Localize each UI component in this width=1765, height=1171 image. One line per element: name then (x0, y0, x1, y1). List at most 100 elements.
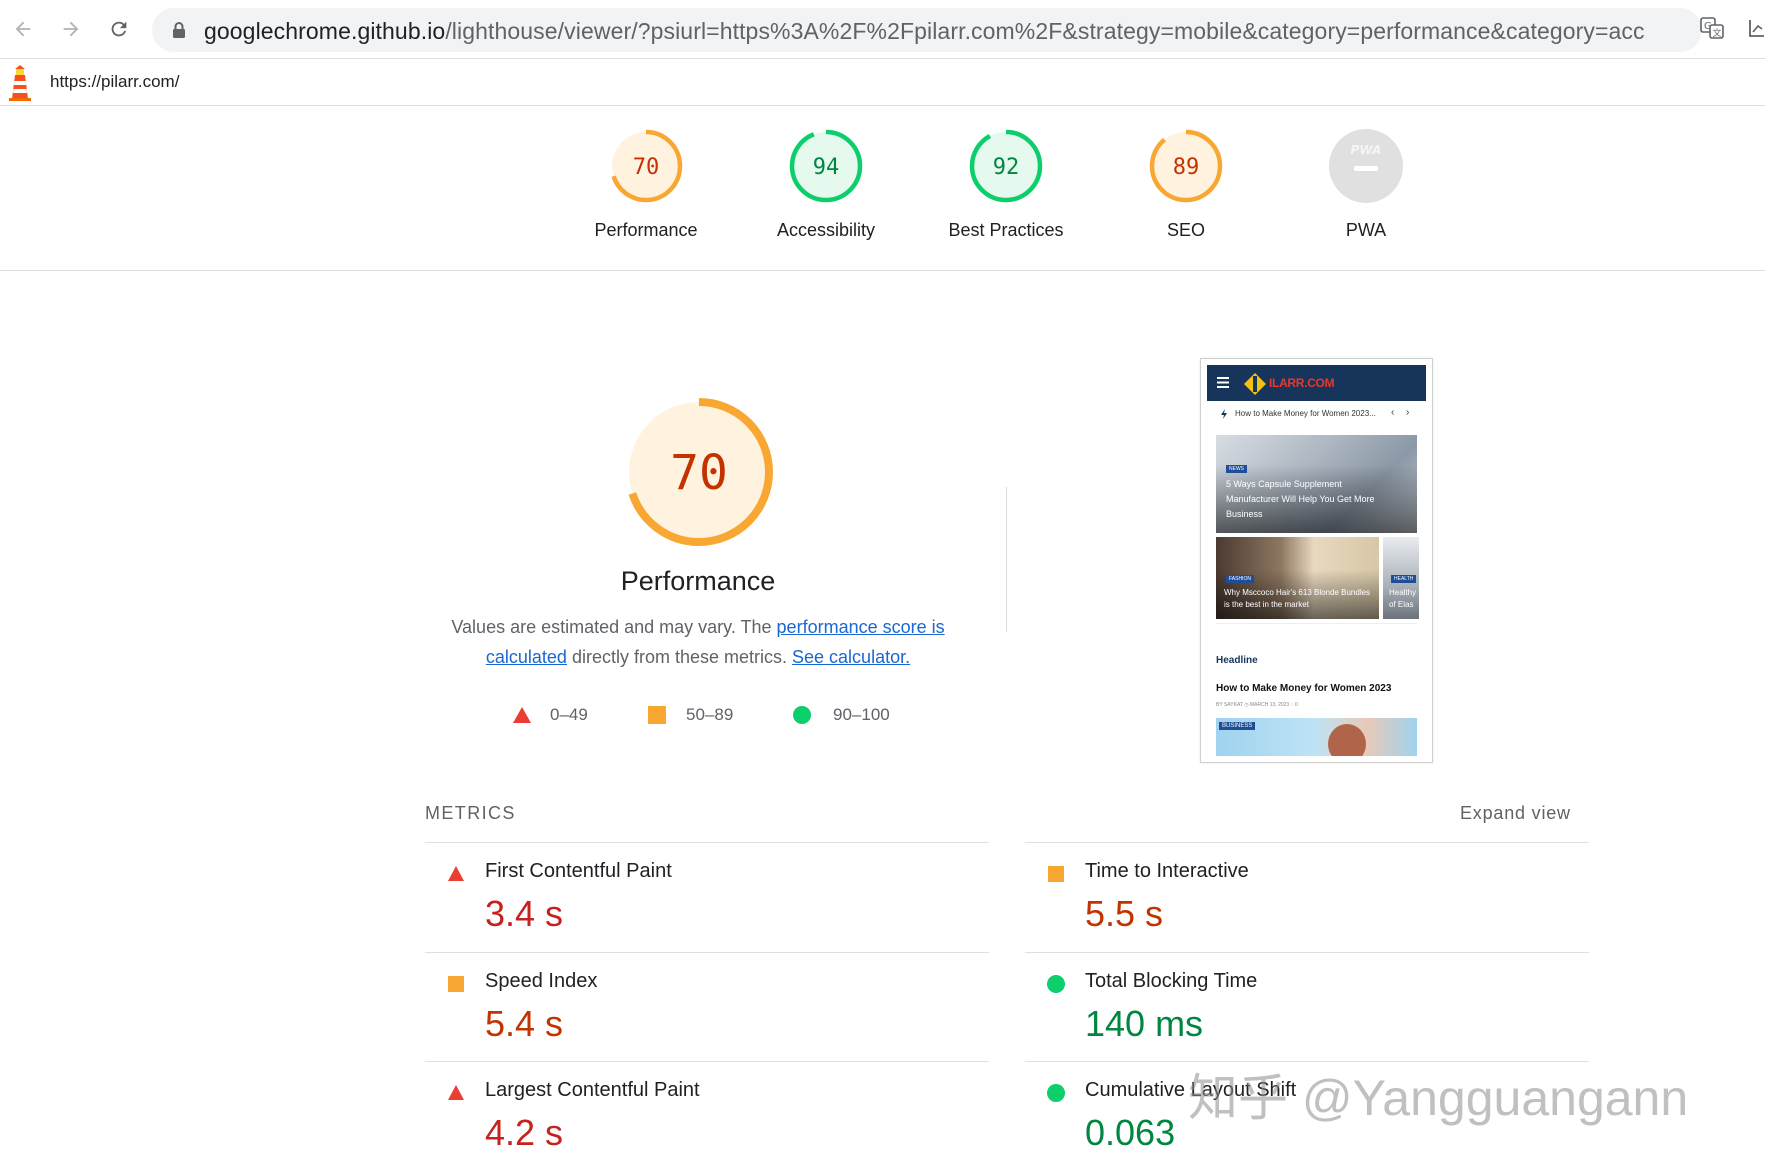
thumb-site-header: ILARR.COM (1207, 365, 1426, 401)
gauge-seo[interactable]: 89 SEO (1096, 128, 1276, 241)
fail-triangle-icon (448, 1085, 464, 1100)
back-button[interactable] (8, 14, 38, 44)
legend-average: 50–89 (648, 703, 733, 727)
fail-triangle-icon (448, 866, 464, 881)
reload-button[interactable] (104, 14, 134, 44)
best-practices-gauge-ring: 92 (969, 129, 1043, 203)
desc-middle: directly from these metrics. (566, 647, 793, 667)
translate-icon[interactable]: G文 (1700, 16, 1724, 45)
forward-button[interactable] (56, 14, 86, 44)
url-path: /lighthouse/viewer/?psiurl=https%3A%2F%2… (445, 18, 1644, 44)
extension-icon[interactable] (1748, 16, 1764, 45)
lighthouse-logo-icon (7, 65, 33, 106)
accessibility-score: 94 (813, 155, 840, 180)
expand-view-toggle[interactable]: Expand view (1460, 803, 1571, 824)
thumb-divider (1216, 623, 1417, 624)
average-square-icon (448, 976, 464, 992)
gauge-performance[interactable]: 70 Performance (556, 128, 736, 241)
audited-url: https://pilarr.com/ (50, 72, 180, 91)
bottom-tag: BUSINESS (1219, 722, 1256, 730)
metric-label: First Contentful Paint (485, 860, 672, 882)
metric-label: Speed Index (485, 970, 598, 992)
metric-largest-contentful-paint[interactable]: Largest Contentful Paint 4.2 s (425, 1061, 989, 1170)
metric-total-blocking-time[interactable]: Total Blocking Time 140 ms (1025, 952, 1589, 1061)
section-divider (1006, 487, 1007, 632)
legend-average-label: 50–89 (686, 705, 734, 724)
seo-gauge-ring: 89 (1149, 129, 1223, 203)
address-bar[interactable]: googlechrome.github.io/lighthouse/viewer… (152, 8, 1702, 52)
url-text: googlechrome.github.io/lighthouse/viewer… (204, 18, 1644, 45)
bolt-icon (1221, 409, 1227, 419)
lighthouse-topbar: https://pilarr.com/ (0, 59, 1765, 106)
metric-time-to-interactive[interactable]: Time to Interactive 5.5 s (1025, 842, 1589, 951)
pass-circle-icon (1047, 1084, 1065, 1102)
lock-icon (173, 22, 185, 38)
performance-score: 70 (633, 155, 660, 180)
category-gauges: 70 Performance 94 Accessibility 92 Best … (0, 106, 1765, 271)
chevron-left-icon: ‹ (1391, 407, 1395, 418)
performance-main-score: 70 (670, 445, 728, 501)
thumb-card1-image: FASHION Why Msccoco Hair's 613 Blonde Bu… (1216, 537, 1379, 619)
metric-value: 3.4 s (485, 893, 564, 934)
performance-main-ring: 70 (625, 398, 773, 546)
gauge-label-performance: Performance (594, 220, 698, 240)
legend-pass-label: 90–100 (833, 705, 890, 724)
thumb-article-title: How to Make Money for Women 2023 (1216, 683, 1392, 694)
metrics-heading: METRICS (425, 803, 516, 823)
card2-caption: Healthy of Elas (1389, 588, 1417, 609)
metric-value: 5.5 s (1085, 893, 1164, 934)
reload-icon (111, 21, 127, 37)
metric-value: 0.063 (1085, 1112, 1176, 1153)
see-calculator-link[interactable]: See calculator. (792, 647, 910, 667)
gauge-best-practices[interactable]: 92 Best Practices (916, 128, 1096, 241)
chevron-right-icon: › (1406, 407, 1410, 418)
gauge-pwa[interactable]: PWA PWA (1276, 128, 1456, 241)
performance-title: Performance (620, 566, 776, 596)
browser-toolbar: googlechrome.github.io/lighthouse/viewer… (0, 0, 1765, 59)
accessibility-gauge-ring: 94 (789, 129, 863, 203)
legend-pass: 90–100 (793, 703, 890, 727)
pass-circle-icon (1047, 975, 1065, 993)
watermark: 知乎 @Yangguangann (1188, 1070, 1689, 1126)
card1-caption: Why Msccoco Hair's 613 Blonde Bundles is… (1224, 588, 1371, 609)
card2-tag: HEALTH (1391, 575, 1417, 583)
metric-speed-index[interactable]: Speed Index 5.4 s (425, 952, 989, 1061)
red-triangle-icon (513, 707, 531, 723)
best-practices-score: 92 (993, 155, 1020, 180)
average-square-icon (1048, 866, 1064, 882)
seo-score: 89 (1173, 155, 1200, 180)
green-circle-icon (793, 706, 811, 724)
metric-value: 140 ms (1085, 1003, 1204, 1044)
thumb-section-title: Headline (1216, 655, 1258, 666)
metric-label: Largest Contentful Paint (485, 1079, 700, 1101)
performance-main-gauge: 70 (624, 397, 774, 552)
thumb-hero-image: NEWS 5 Ways Capsule Supplement Manufactu… (1216, 435, 1417, 533)
performance-gauge-ring: 70 (609, 129, 683, 203)
gauge-label-best-practices: Best Practices (948, 220, 1064, 240)
url-host: googlechrome.github.io (204, 18, 446, 44)
thumb-brand: ILARR.COM (1269, 376, 1335, 390)
metric-first-contentful-paint[interactable]: First Contentful Paint 3.4 s (425, 842, 989, 951)
thumb-ticker: How to Make Money for Women 2023... (1235, 409, 1376, 418)
metric-label: Time to Interactive (1085, 860, 1249, 882)
desc-prefix: Values are estimated and may vary. The (451, 617, 777, 637)
thumb-bottom-image: BUSINESS (1216, 718, 1417, 756)
card1-tag: FASHION (1226, 575, 1254, 583)
legend-fail-label: 0–49 (550, 705, 588, 724)
metric-value: 5.4 s (485, 1003, 564, 1044)
performance-description: Values are estimated and may vary. The p… (438, 612, 958, 672)
back-arrow-icon (15, 21, 31, 37)
hero-caption: 5 Ways Capsule Supplement Manufacturer W… (1226, 479, 1375, 519)
orange-square-icon (648, 706, 666, 724)
thumb-article-meta: BY SAYKAT ◷ MARCH 13, 2023 ◌ 0 (1216, 702, 1298, 708)
gauge-accessibility[interactable]: 94 Accessibility (736, 128, 916, 241)
site-logo-icon (1244, 373, 1266, 395)
metric-label: Total Blocking Time (1085, 970, 1258, 992)
svg-text:PWA: PWA (1351, 143, 1382, 157)
final-screenshot[interactable]: ILARR.COM How to Make Money for Women 20… (1200, 358, 1433, 763)
metric-value: 4.2 s (485, 1112, 564, 1153)
legend-fail: 0–49 (512, 703, 588, 727)
pwa-badge-icon: PWA (1329, 129, 1403, 203)
thumb-card2-image: HEALTH Healthy of Elas (1383, 537, 1419, 619)
forward-arrow-icon (63, 21, 79, 37)
